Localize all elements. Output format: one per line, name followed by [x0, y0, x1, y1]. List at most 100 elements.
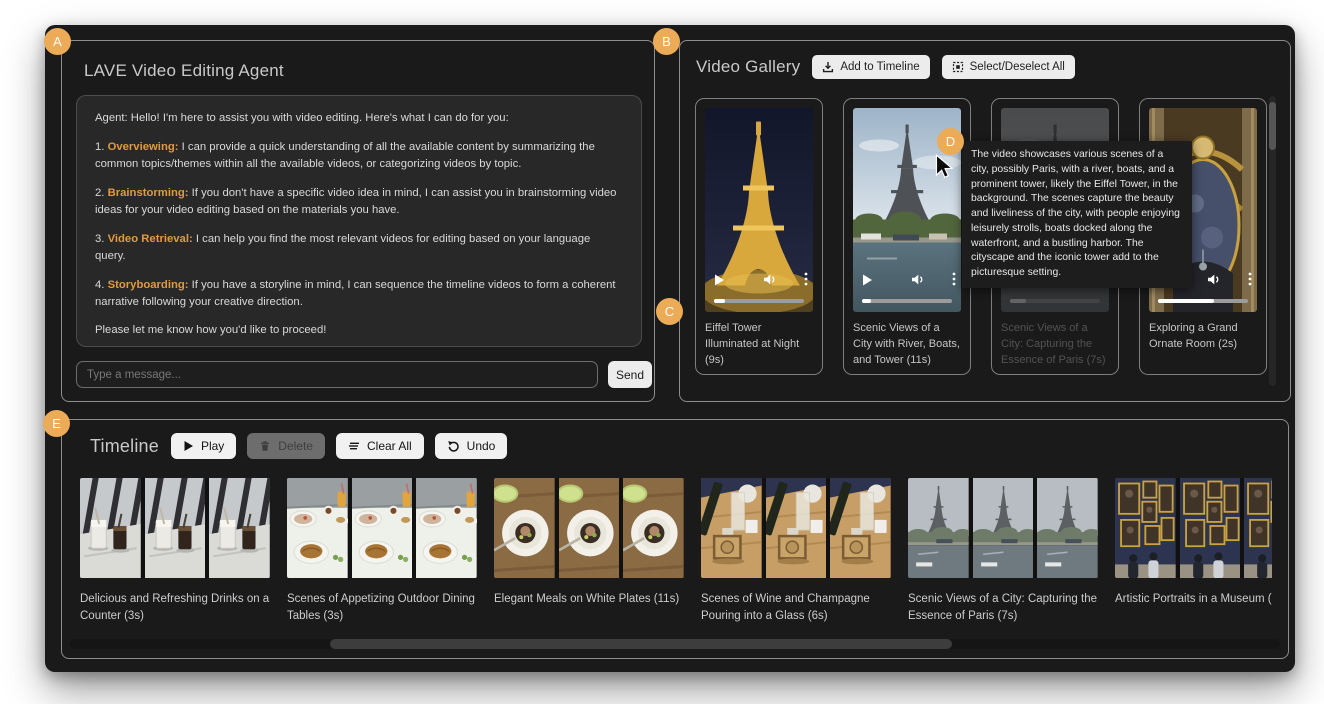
clip-filmstrip[interactable] [494, 478, 684, 578]
clip-caption: Artistic Portraits in a Museum ( [1115, 591, 1272, 608]
delete-button[interactable]: Delete [247, 433, 325, 459]
undo-icon [447, 440, 460, 452]
clip-frame [1115, 478, 1176, 578]
clip-frame [352, 478, 413, 578]
clip-frame [145, 478, 206, 578]
chat-message-closing: Please let me know how you'd like to pro… [95, 322, 623, 339]
timeline-scrollbar-thumb[interactable] [330, 639, 952, 649]
chat-message-box: Agent: Hello! I'm here to assist you wit… [76, 95, 642, 347]
play-icon[interactable] [714, 273, 725, 291]
chat-capability-keyword: Overviewing: [108, 141, 179, 153]
undo-button[interactable]: Undo [435, 433, 508, 459]
chat-message-intro: Agent: Hello! I'm here to assist you wit… [95, 110, 623, 127]
video-caption: Scenic Views of a City: Capturing the Es… [1001, 321, 1109, 369]
chat-message-input[interactable] [76, 361, 598, 388]
button-label: Undo [467, 439, 496, 453]
figure-badge-a: A [44, 28, 71, 55]
video-progress-bar[interactable] [862, 299, 952, 303]
chat-capability-keyword: Storyboarding: [108, 279, 189, 291]
select-all-label: Select/Deselect All [970, 61, 1065, 73]
button-label: Clear All [367, 439, 412, 453]
clip-caption: Scenes of Wine and Champagne Pouring int… [701, 591, 891, 626]
video-card[interactable]: Eiffel Tower Illuminated at Night (9s) [695, 98, 823, 375]
video-caption: Scenic Views of a City with River, Boats… [853, 321, 961, 369]
select-all-icon [952, 61, 964, 73]
clip-filmstrip[interactable] [80, 478, 270, 578]
app-window: LAVE Video Editing Agent Agent: Hello! I… [45, 25, 1295, 672]
figure-badge-d: D [937, 128, 964, 155]
chat-panel: LAVE Video Editing Agent Agent: Hello! I… [61, 40, 655, 402]
volume-icon[interactable] [763, 273, 778, 291]
clip-frame [80, 478, 141, 578]
more-options-icon[interactable] [952, 272, 956, 291]
chat-capability-item: 1. Overviewing: I can provide a quick un… [95, 139, 623, 173]
video-progress-bar[interactable] [1010, 299, 1100, 303]
chat-capability-keyword: Video Retrieval: [108, 233, 193, 245]
gallery-scrollbar-thumb[interactable] [1269, 102, 1276, 150]
video-caption: Exploring a Grand Ornate Room (2s) [1149, 321, 1257, 353]
clip-frame [1037, 478, 1098, 578]
volume-icon[interactable] [1207, 273, 1222, 291]
timeline-clip[interactable]: Elegant Meals on White Plates (11s) [494, 478, 684, 626]
add-to-timeline-button[interactable]: Add to Timeline [812, 55, 929, 79]
add-to-timeline-label: Add to Timeline [840, 61, 919, 73]
timeline-clip[interactable]: Scenes of Appetizing Outdoor Dining Tabl… [287, 478, 477, 626]
clip-filmstrip[interactable] [1115, 478, 1272, 578]
video-progress-bar[interactable] [714, 299, 804, 303]
clip-frame [287, 478, 348, 578]
add-to-timeline-icon [822, 61, 834, 73]
figure-badge-c: C [656, 298, 683, 325]
clip-frame [766, 478, 827, 578]
timeline-clip[interactable]: Artistic Portraits in a Museum ( [1115, 478, 1272, 626]
clip-filmstrip[interactable] [701, 478, 891, 578]
chat-panel-title: LAVE Video Editing Agent [84, 61, 284, 81]
clip-frame [973, 478, 1034, 578]
select-deselect-all-button[interactable]: Select/Deselect All [942, 55, 1075, 79]
clip-frame [559, 478, 620, 578]
chat-capability-item: 4. Storyboarding: If you have a storylin… [95, 277, 623, 311]
clip-frame [908, 478, 969, 578]
volume-icon[interactable] [911, 273, 926, 291]
button-label: Delete [278, 439, 313, 453]
timeline-clip[interactable]: Delicious and Refreshing Drinks on a Cou… [80, 478, 270, 626]
lave-app-screenshot: LAVE Video Editing Agent Agent: Hello! I… [0, 0, 1324, 704]
clip-frame [494, 478, 555, 578]
more-options-icon[interactable] [804, 272, 808, 291]
chat-capability-item: 3. Video Retrieval: I can help you find … [95, 231, 623, 265]
timeline-panel: Timeline Play Delete Clear All Undo [61, 419, 1289, 659]
mouse-cursor-icon [931, 153, 957, 186]
clip-filmstrip[interactable] [908, 478, 1098, 578]
timeline-clip-row: Delicious and Refreshing Drinks on a Cou… [80, 478, 1272, 626]
gallery-panel-title: Video Gallery [696, 57, 800, 77]
chat-capability-item: 2. Brainstorming: If you don't have a sp… [95, 185, 623, 219]
clip-caption: Scenes of Appetizing Outdoor Dining Tabl… [287, 591, 477, 626]
clip-frame [623, 478, 684, 578]
clip-frame [1180, 478, 1241, 578]
clear-all-button[interactable]: Clear All [336, 433, 424, 459]
button-label: Play [201, 439, 224, 453]
chat-capability-keyword: Brainstorming: [108, 187, 189, 199]
clear-icon [348, 440, 360, 452]
gallery-scrollbar[interactable] [1269, 96, 1276, 386]
timeline-toolbar: Play Delete Clear All Undo [171, 433, 507, 459]
clip-caption: Scenic Views of a City: Capturing the Es… [908, 591, 1098, 626]
clip-frame [209, 478, 270, 578]
trash-icon [259, 440, 271, 452]
timeline-scrollbar[interactable] [70, 639, 1280, 649]
play-button[interactable]: Play [171, 433, 236, 459]
video-player[interactable] [705, 108, 813, 312]
play-icon [183, 440, 194, 452]
clip-filmstrip[interactable] [287, 478, 477, 578]
clip-caption: Elegant Meals on White Plates (11s) [494, 591, 684, 608]
figure-badge-e: E [43, 410, 70, 437]
play-icon[interactable] [862, 273, 873, 291]
more-options-icon[interactable] [1248, 272, 1252, 291]
timeline-clip[interactable]: Scenes of Wine and Champagne Pouring int… [701, 478, 891, 626]
clip-frame [830, 478, 891, 578]
video-progress-bar[interactable] [1158, 299, 1248, 303]
timeline-panel-title: Timeline [90, 436, 159, 457]
video-caption: Eiffel Tower Illuminated at Night (9s) [705, 321, 813, 369]
clip-caption: Delicious and Refreshing Drinks on a Cou… [80, 591, 270, 626]
timeline-clip[interactable]: Scenic Views of a City: Capturing the Es… [908, 478, 1098, 626]
send-button[interactable]: Send [608, 361, 652, 388]
